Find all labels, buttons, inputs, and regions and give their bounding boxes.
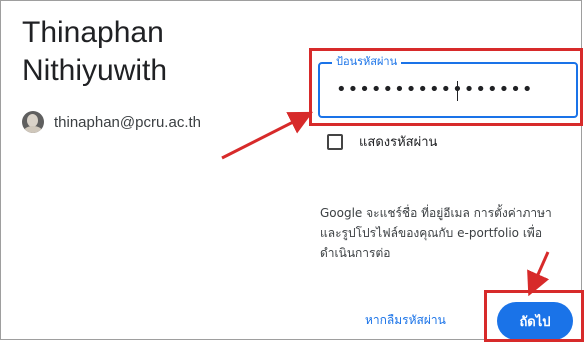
account-email: thinaphan@pcru.ac.th (54, 113, 201, 131)
annotation-box-password (309, 48, 583, 126)
annotation-box-next (484, 290, 584, 342)
account-name-line2: Nithiyuwith (22, 54, 168, 87)
sharing-info-text: Google จะแชร์ชื่อ ที่อยู่อีเมล การตั้งค่… (320, 206, 552, 260)
show-password-label: แสดงรหัสผ่าน (359, 135, 438, 150)
forgot-password-link[interactable]: หากลืมรหัสผ่าน (365, 311, 446, 330)
show-password-row[interactable]: แสดงรหัสผ่าน (327, 131, 437, 152)
account-chip[interactable]: thinaphan@pcru.ac.th (22, 108, 201, 136)
show-password-checkbox[interactable] (327, 133, 343, 150)
account-name-line1: Thinaphan (22, 16, 164, 49)
avatar (22, 111, 44, 133)
account-name: Thinaphan Nithiyuwith (22, 14, 167, 90)
